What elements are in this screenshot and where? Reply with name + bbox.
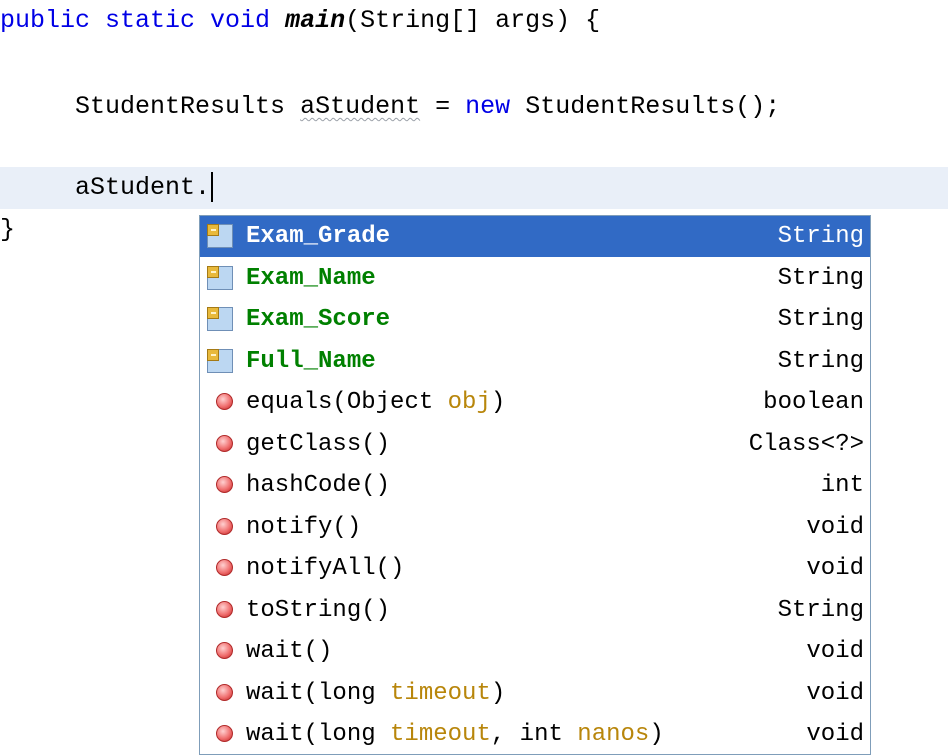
completion-item-name: Exam_Grade (246, 223, 778, 250)
completion-item-name: Exam_Score (246, 306, 778, 333)
return-type: void (806, 721, 864, 748)
completion-item-name: wait(long timeout, int nanos) (246, 721, 664, 748)
completion-item-name: wait(long timeout) (246, 679, 506, 707)
type-name: StudentResults (75, 92, 286, 121)
return-type: String (777, 596, 864, 624)
method-name-main: main (285, 6, 346, 35)
completion-item-wait[interactable]: wait(long timeout) void (200, 673, 870, 714)
member-access-text: aStudent. (75, 173, 211, 202)
return-type: String (777, 264, 864, 292)
completion-item-name: Exam_Name (246, 265, 778, 292)
completion-item-hashcode[interactable]: hashCode() int (200, 465, 870, 506)
member-name: wait (246, 638, 304, 665)
param-name: nanos (577, 721, 650, 748)
method-icon (216, 517, 233, 535)
closing-brace: } (0, 215, 16, 244)
member-name: Exam_Name (246, 264, 376, 292)
completion-icon-cell (200, 341, 246, 382)
modifiers-keyword: public static void (0, 6, 271, 35)
member-name: notify (246, 513, 333, 541)
method-icon (216, 600, 233, 618)
completion-icon-cell (200, 631, 246, 672)
return-type: String (777, 223, 864, 250)
completion-item-tostring[interactable]: toString() String (200, 590, 870, 631)
field-icon (207, 307, 233, 331)
member-name: Exam_Score (246, 306, 391, 333)
code-line-3-current[interactable]: aStudent. (0, 167, 948, 209)
code-line-2: StudentResults aStudent = new StudentRes… (0, 86, 948, 128)
param-name: obj (447, 389, 491, 416)
field-icon (207, 265, 233, 290)
return-type: void (806, 679, 864, 707)
completion-item-name: hashCode() (246, 472, 391, 499)
completion-item-wait[interactable]: wait() void (200, 631, 870, 672)
completion-item-name: wait() (246, 638, 333, 665)
member-name: hashCode (246, 472, 362, 499)
member-name: wait (246, 721, 304, 748)
completion-item-name: Full_Name (246, 348, 778, 375)
completion-icon-cell (200, 424, 246, 465)
param-type: int (519, 721, 563, 748)
return-type: Class<?> (748, 430, 864, 458)
variable-name-warning[interactable]: aStudent (300, 92, 420, 121)
member-name: Exam_Grade (246, 223, 391, 250)
return-type: String (777, 347, 864, 375)
completion-item-name: notify() (246, 513, 362, 541)
param-type: long (318, 721, 376, 748)
return-type: void (806, 513, 864, 541)
completion-icon-cell (200, 382, 246, 423)
member-name: wait (246, 679, 304, 707)
code-completion-popup[interactable]: Exam_Grade String Exam_Name String Exam_Scor… (199, 215, 871, 755)
param-type: Object (346, 389, 434, 416)
member-name: notifyAll (246, 555, 376, 582)
return-type: boolean (763, 389, 864, 416)
constructor-call: StudentResults(); (525, 92, 781, 121)
completion-item-exam-score[interactable]: Exam_Score String (200, 299, 870, 340)
method-icon (216, 476, 233, 493)
field-icon (207, 224, 233, 248)
assign-operator: = (435, 92, 451, 121)
completion-icon-cell (200, 299, 246, 340)
method-icon (216, 393, 233, 410)
method-icon (216, 725, 233, 742)
main-signature: (String[] args) { (345, 6, 601, 35)
completion-item-exam-name[interactable]: Exam_Name String (200, 258, 870, 299)
completion-item-full-name[interactable]: Full_Name String (200, 341, 870, 382)
return-type: void (806, 638, 864, 665)
completion-item-name: equals(Object obj) (246, 389, 506, 416)
completion-icon-cell (200, 216, 246, 257)
param-type: long (318, 679, 376, 707)
return-type: String (777, 306, 864, 333)
completion-item-equals[interactable]: equals(Object obj) boolean (200, 382, 870, 423)
return-type: int (820, 472, 864, 499)
completion-icon-cell (200, 590, 246, 631)
completion-item-getclass[interactable]: getClass() Class<?> (200, 424, 870, 465)
completion-item-name: toString() (246, 596, 391, 624)
code-line-1: public static void main(String[] args) { (0, 0, 948, 42)
member-name: toString (246, 596, 362, 624)
completion-item-notify[interactable]: notify() void (200, 507, 870, 548)
member-name: equals (246, 389, 333, 416)
member-name: getClass (246, 430, 362, 458)
field-icon (207, 348, 233, 373)
completion-item-notifyall[interactable]: notifyAll() void (200, 548, 870, 589)
return-type: void (806, 555, 864, 582)
completion-item-name: notifyAll() (246, 555, 405, 582)
method-icon (216, 683, 233, 701)
text-caret (211, 172, 214, 203)
method-icon (216, 559, 233, 576)
completion-icon-cell (200, 507, 246, 548)
method-icon (216, 642, 233, 659)
new-keyword: new (465, 92, 511, 121)
completion-icon-cell (200, 673, 246, 714)
param-name: timeout (390, 721, 491, 748)
completion-item-name: getClass() (246, 430, 391, 458)
completion-item-exam-grade[interactable]: Exam_Grade String (200, 216, 870, 257)
member-name: Full_Name (246, 347, 376, 375)
param-name: timeout (390, 679, 491, 707)
completion-icon-cell (200, 258, 246, 299)
completion-icon-cell (200, 465, 246, 506)
method-icon (216, 434, 233, 452)
completion-icon-cell (200, 548, 246, 589)
